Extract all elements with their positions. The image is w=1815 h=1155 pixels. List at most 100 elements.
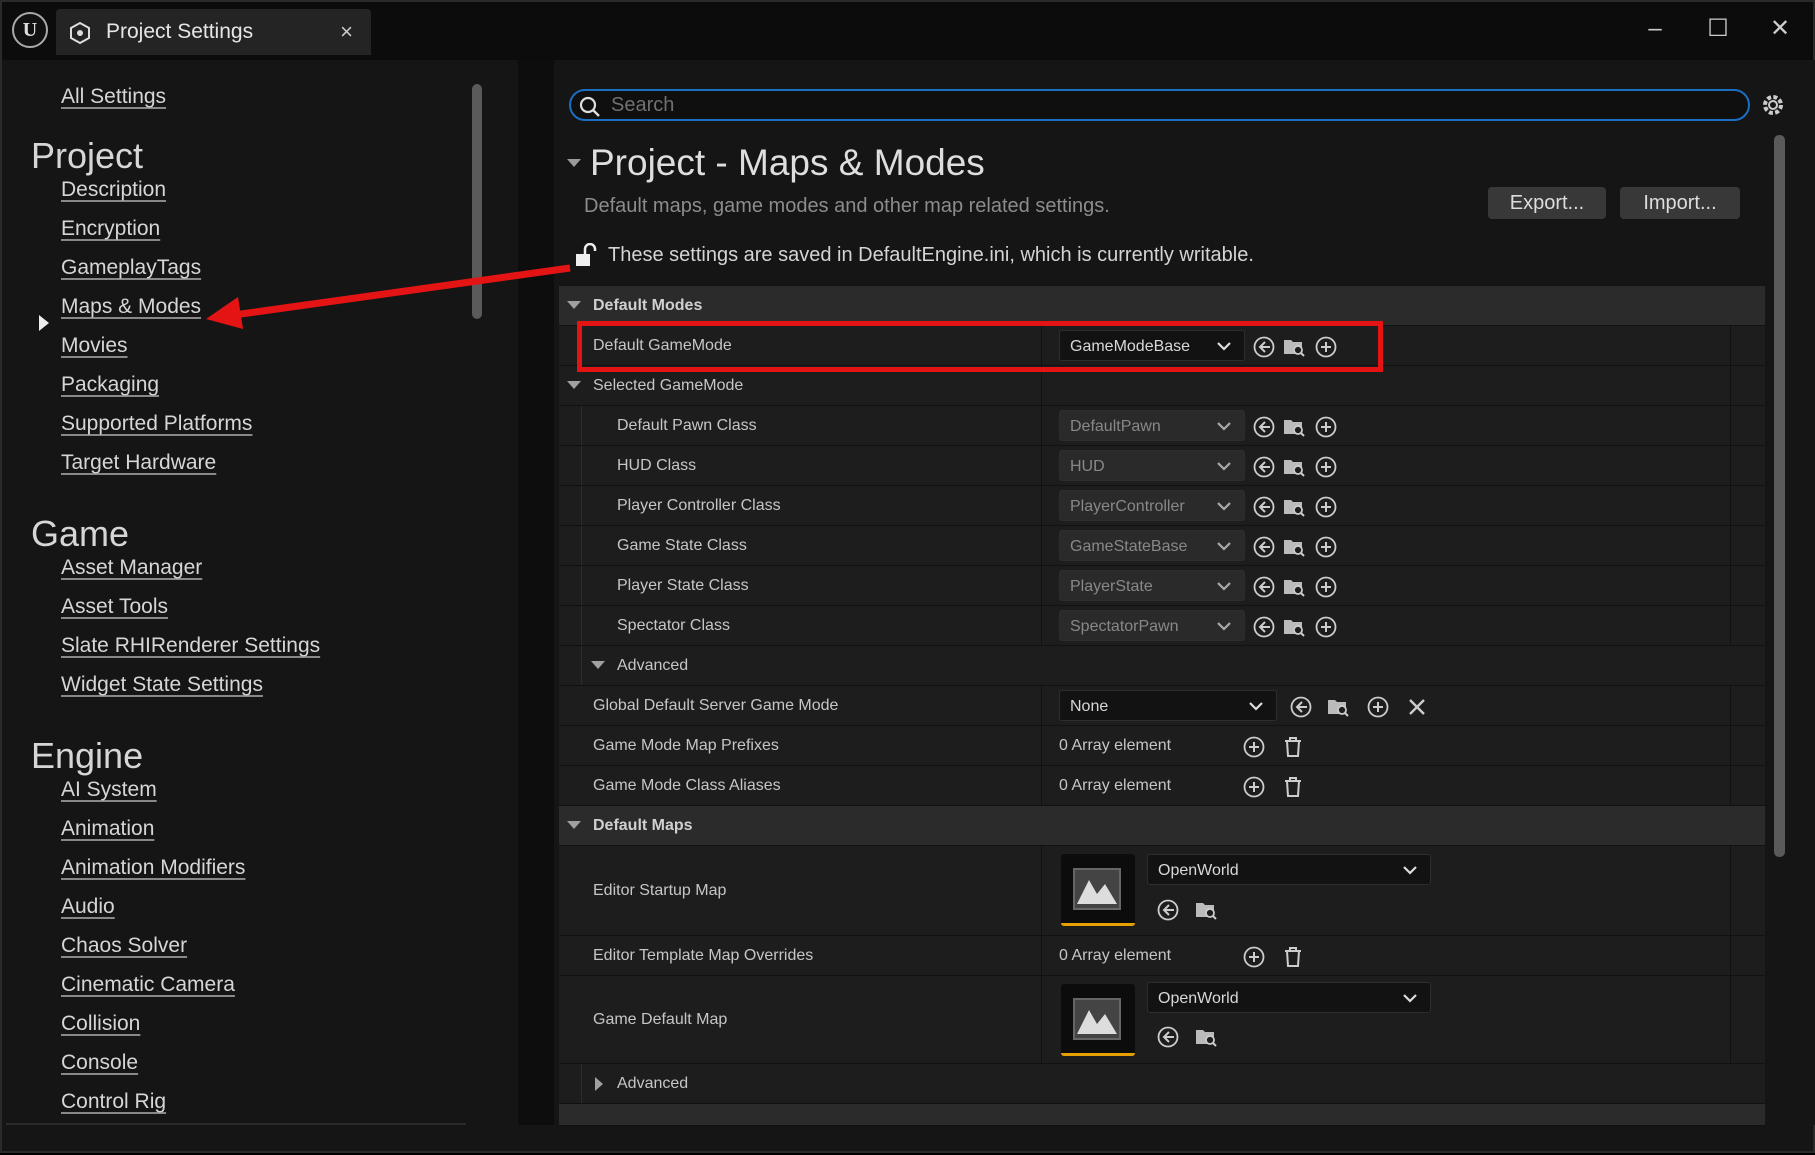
dropdown-value: DefaultPawn bbox=[1070, 418, 1161, 435]
indent-guide bbox=[581, 1064, 582, 1103]
section-default-maps[interactable]: Default Maps bbox=[559, 806, 1765, 846]
close-tab-icon[interactable]: × bbox=[340, 19, 353, 45]
browse-folder-icon[interactable] bbox=[1283, 416, 1305, 438]
browse-folder-icon[interactable] bbox=[1327, 696, 1349, 718]
sidebar-item-maps-modes[interactable]: Maps & Modes bbox=[61, 295, 201, 319]
browse-back-icon[interactable] bbox=[1157, 1026, 1179, 1048]
sidebar-item-all-settings[interactable]: All Settings bbox=[61, 85, 166, 109]
add-icon[interactable] bbox=[1243, 776, 1265, 798]
browse-folder-icon[interactable] bbox=[1283, 616, 1305, 638]
sidebar-item-asset-tools[interactable]: Asset Tools bbox=[61, 595, 168, 619]
sidebar-item-packaging[interactable]: Packaging bbox=[61, 373, 159, 397]
content-scrollbar[interactable] bbox=[1774, 135, 1785, 857]
search-input[interactable] bbox=[611, 93, 1711, 118]
default-pawn-dropdown[interactable]: DefaultPawn bbox=[1059, 410, 1245, 441]
trash-icon[interactable] bbox=[1282, 946, 1304, 968]
tab-project-settings[interactable]: Project Settings × bbox=[56, 9, 371, 55]
gear-icon[interactable] bbox=[1760, 92, 1786, 123]
hud-class-dropdown[interactable]: HUD bbox=[1059, 450, 1245, 481]
column-separator bbox=[1041, 606, 1042, 645]
sidebar-item-description[interactable]: Description bbox=[61, 178, 166, 202]
sidebar-item-target-hardware[interactable]: Target Hardware bbox=[61, 451, 216, 475]
add-icon[interactable] bbox=[1315, 616, 1337, 638]
browse-back-icon[interactable] bbox=[1253, 536, 1275, 558]
player-controller-dropdown[interactable]: PlayerController bbox=[1059, 490, 1245, 521]
sidebar-item-chaos-solver[interactable]: Chaos Solver bbox=[61, 934, 187, 958]
row-selected-gamemode[interactable]: Selected GameMode bbox=[559, 366, 1765, 406]
export-button[interactable]: Export... bbox=[1488, 187, 1606, 219]
row-map-prefixes: Game Mode Map Prefixes 0 Array element bbox=[559, 726, 1765, 766]
browse-folder-icon[interactable] bbox=[1283, 496, 1305, 518]
sidebar-item-cinematic-camera[interactable]: Cinematic Camera bbox=[61, 973, 235, 997]
game-state-dropdown[interactable]: GameStateBase bbox=[1059, 530, 1245, 561]
column-separator bbox=[1730, 766, 1731, 805]
panel-divider[interactable] bbox=[518, 60, 554, 1125]
browse-back-icon[interactable] bbox=[1253, 616, 1275, 638]
collapse-arrow-icon[interactable] bbox=[567, 301, 581, 309]
collapse-arrow-icon[interactable] bbox=[567, 159, 581, 167]
row-advanced-maps[interactable]: Advanced bbox=[559, 1064, 1765, 1104]
map-thumbnail[interactable] bbox=[1061, 984, 1135, 1056]
sidebar-item-animation[interactable]: Animation bbox=[61, 817, 154, 841]
trash-icon[interactable] bbox=[1282, 776, 1304, 798]
browse-folder-icon[interactable] bbox=[1195, 1026, 1217, 1048]
add-icon[interactable] bbox=[1315, 416, 1337, 438]
sidebar-item-asset-manager[interactable]: Asset Manager bbox=[61, 556, 202, 580]
browse-folder-icon[interactable] bbox=[1195, 899, 1217, 921]
browse-back-icon[interactable] bbox=[1253, 456, 1275, 478]
sidebar-item-widget-state[interactable]: Widget State Settings bbox=[61, 673, 263, 697]
sidebar-item-movies[interactable]: Movies bbox=[61, 334, 128, 358]
close-window-icon[interactable]: ✕ bbox=[1757, 10, 1803, 48]
add-icon[interactable] bbox=[1243, 736, 1265, 758]
browse-back-icon[interactable] bbox=[1253, 496, 1275, 518]
browse-back-icon[interactable] bbox=[1253, 416, 1275, 438]
sidebar-item-slate-rhirenderer[interactable]: Slate RHIRenderer Settings bbox=[61, 634, 320, 658]
browse-folder-icon[interactable] bbox=[1283, 576, 1305, 598]
chevron-down-icon bbox=[1217, 462, 1231, 471]
player-state-dropdown[interactable]: PlayerState bbox=[1059, 570, 1245, 601]
browse-back-icon[interactable] bbox=[1253, 576, 1275, 598]
collapse-arrow-icon[interactable] bbox=[567, 821, 581, 829]
expand-arrow-icon[interactable] bbox=[39, 315, 49, 331]
sidebar-item-supported-platforms[interactable]: Supported Platforms bbox=[61, 412, 252, 436]
game-default-map-dropdown[interactable]: OpenWorld bbox=[1147, 982, 1431, 1013]
add-icon[interactable] bbox=[1243, 946, 1265, 968]
row-player-state-class: Player State Class PlayerState bbox=[559, 566, 1765, 606]
add-icon[interactable] bbox=[1315, 536, 1337, 558]
add-icon[interactable] bbox=[1315, 576, 1337, 598]
minimize-icon[interactable]: – bbox=[1632, 10, 1678, 48]
sidebar-item-control-rig[interactable]: Control Rig bbox=[61, 1090, 166, 1114]
global-server-dropdown[interactable]: None bbox=[1059, 690, 1277, 721]
maximize-icon[interactable]: ☐ bbox=[1695, 10, 1741, 48]
browse-back-icon[interactable] bbox=[1157, 899, 1179, 921]
sidebar-item-collision[interactable]: Collision bbox=[61, 1012, 140, 1036]
sidebar-item-gameplaytags[interactable]: GameplayTags bbox=[61, 256, 201, 280]
settings-sidebar: All Settings Project Description Encrypt… bbox=[6, 60, 518, 1125]
browse-back-icon[interactable] bbox=[1290, 696, 1312, 718]
sidebar-item-console[interactable]: Console bbox=[61, 1051, 138, 1075]
sidebar-item-audio[interactable]: Audio bbox=[61, 895, 115, 919]
add-icon[interactable] bbox=[1367, 696, 1389, 718]
spectator-dropdown[interactable]: SpectatorPawn bbox=[1059, 610, 1245, 641]
sidebar-item-encryption[interactable]: Encryption bbox=[61, 217, 160, 241]
unreal-logo-icon[interactable]: U bbox=[12, 12, 48, 48]
editor-startup-map-dropdown[interactable]: OpenWorld bbox=[1147, 854, 1431, 885]
sidebar-item-animation-modifiers[interactable]: Animation Modifiers bbox=[61, 856, 245, 880]
sidebar-scrollbar[interactable] bbox=[472, 84, 482, 319]
map-thumbnail[interactable] bbox=[1061, 854, 1135, 926]
row-advanced-gamemode[interactable]: Advanced bbox=[559, 646, 1765, 686]
add-icon[interactable] bbox=[1315, 456, 1337, 478]
section-default-modes[interactable]: Default Modes bbox=[559, 286, 1765, 326]
search-box[interactable] bbox=[569, 89, 1750, 121]
expand-arrow-icon[interactable] bbox=[595, 1077, 603, 1091]
browse-folder-icon[interactable] bbox=[1283, 456, 1305, 478]
trash-icon[interactable] bbox=[1282, 736, 1304, 758]
add-icon[interactable] bbox=[1315, 496, 1337, 518]
import-button[interactable]: Import... bbox=[1620, 187, 1740, 219]
page-title: Project - Maps & Modes bbox=[590, 142, 985, 183]
browse-folder-icon[interactable] bbox=[1283, 536, 1305, 558]
clear-icon[interactable] bbox=[1406, 696, 1428, 718]
collapse-arrow-icon[interactable] bbox=[591, 661, 605, 669]
collapse-arrow-icon[interactable] bbox=[567, 381, 581, 389]
sidebar-item-ai-system[interactable]: AI System bbox=[61, 778, 157, 802]
